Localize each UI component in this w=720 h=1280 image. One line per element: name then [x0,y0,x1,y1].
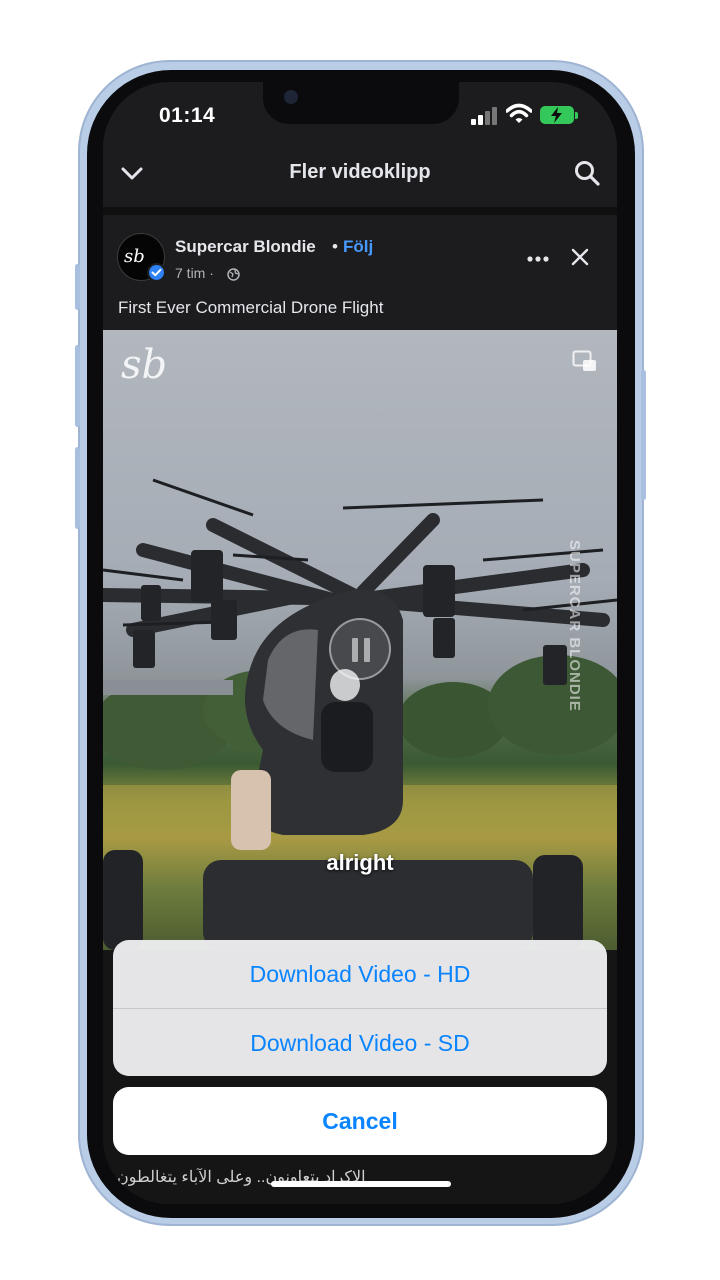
separator-dot: • [332,237,338,256]
close-icon[interactable] [571,248,589,266]
picture-in-picture-icon[interactable] [572,350,598,374]
section-divider [103,207,617,215]
battery-icon [540,106,574,124]
video-player[interactable]: sb SUPERCAR BLONDIE alright [103,330,617,950]
pause-bar-left [352,638,358,662]
video-subtitle: alright [326,850,394,875]
cellular-signal-icon [471,107,497,125]
screen: 01:14 Fler videoklipp sb Supercar Blondi… [103,82,617,1204]
silent-switch [75,264,80,310]
wifi-icon [506,103,532,123]
pause-button[interactable] [329,618,391,680]
action-sheet: Download Video - HD Download Video - SD [113,940,607,1076]
download-sd-button[interactable]: Download Video - SD [113,1009,607,1076]
power-button [641,370,646,500]
cancel-button[interactable]: Cancel [113,1087,607,1155]
more-options-icon[interactable] [527,256,549,262]
side-watermark: SUPERCAR BLONDIE [566,540,617,760]
status-time: 01:14 [159,104,216,127]
follow-button[interactable]: Följ [343,237,373,257]
post-caption: First Ever Commercial Drone Flight [118,298,384,317]
front-camera [284,90,298,104]
search-icon[interactable] [573,159,601,187]
verified-badge-icon [147,263,166,282]
side-watermark-text: SUPERCAR BLONDIE [566,540,583,712]
watermark-logo: sb [121,342,168,388]
post-time: 7 tim · [175,265,214,281]
page-title: Fler videoklipp [289,161,431,183]
battery-cap [575,112,578,119]
avatar-logo: sb [124,246,145,267]
pause-bar-right [364,638,370,662]
author-name[interactable]: Supercar Blondie [175,237,316,257]
volume-up-button [75,345,80,427]
download-hd-button[interactable]: Download Video - HD [113,940,607,1008]
volume-down-button [75,447,80,529]
home-indicator[interactable] [271,1181,451,1187]
globe-icon [227,268,240,281]
